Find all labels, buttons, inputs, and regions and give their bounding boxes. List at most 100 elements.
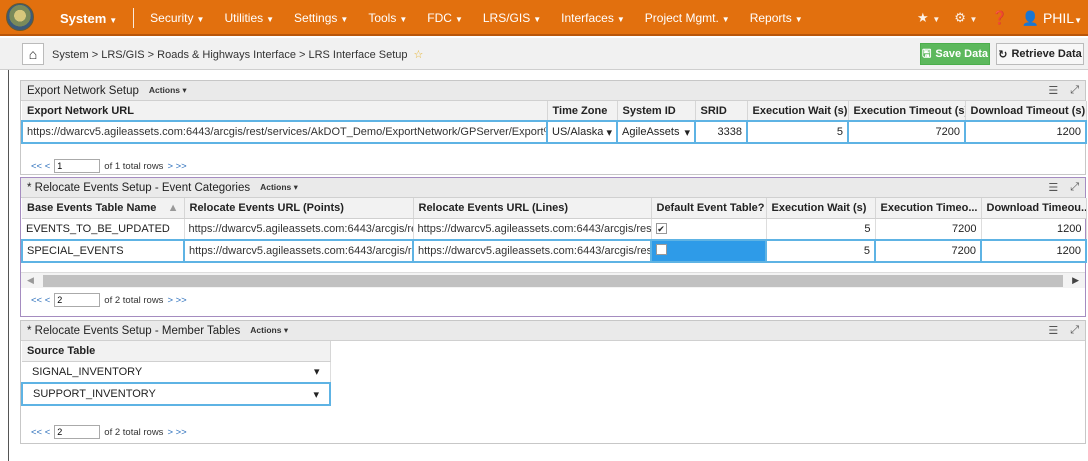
wait-cell[interactable]: 5 (766, 218, 876, 241)
list-view-icon[interactable]: ☰ (1048, 181, 1058, 194)
nav-settings[interactable]: Settings ▼ (284, 11, 358, 25)
gear-icon[interactable]: ⚙ ▼ (954, 10, 977, 26)
column-header[interactable]: Relocate Events URL (Lines) (413, 198, 652, 219)
nav-system[interactable]: System ▼ (50, 11, 127, 26)
column-header[interactable]: Time Zone (547, 101, 618, 122)
column-header[interactable]: Execution Timeout (s) (848, 101, 966, 122)
sort-asc-icon: ▲ (167, 201, 179, 214)
page-input[interactable] (54, 159, 101, 173)
column-header[interactable]: Execution Wait (s) (747, 101, 849, 122)
column-header[interactable]: Default Event Table? (651, 198, 767, 219)
prev-page-link[interactable]: << < (31, 295, 50, 306)
chevron-down-icon: ▼ (794, 15, 803, 24)
expand-icon[interactable]: ⤢ (1070, 324, 1079, 337)
chevron-down-icon: ▼ (399, 15, 408, 24)
nav-interfaces[interactable]: Interfaces ▼ (551, 11, 635, 25)
retrieve-button[interactable]: ↻ Retrieve Data (996, 43, 1084, 65)
expand-icon[interactable]: ⤢ (1070, 84, 1079, 97)
event-categories-grid: Base Events Table Name ▲ Relocate Events… (21, 198, 1087, 263)
nav-fdc[interactable]: FDC ▼ (417, 11, 473, 25)
default-event-checkbox[interactable]: ✔ (655, 222, 667, 234)
nav-label: Interfaces (561, 11, 614, 25)
actions-menu[interactable]: Actions ▾ (250, 325, 288, 336)
next-page-link[interactable]: > >> (167, 161, 186, 172)
prev-page-link[interactable]: << < (31, 161, 50, 172)
default-event-checkbox[interactable] (656, 244, 667, 255)
home-icon[interactable]: ⌂ (22, 43, 44, 65)
next-page-link[interactable]: > >> (167, 427, 186, 438)
table-row[interactable]: EVENTS_TO_BE_UPDATED https://dwarcv5.agi… (22, 218, 1087, 241)
lines-url-cell[interactable]: https://dwarcv5.agileassets.com:6443/arc… (413, 218, 652, 241)
lines-url-cell[interactable]: https://dwarcv5.agileassets.com:6443/arc… (412, 239, 652, 263)
source-table-select[interactable]: SIGNAL_INVENTORY ▾ (22, 361, 331, 384)
timeout-cell[interactable]: 7200 (874, 239, 982, 263)
table-row[interactable]: https://dwarcv5.agileassets.com:6443/arc… (21, 120, 1087, 144)
nav-utilities[interactable]: Utilities ▼ (214, 11, 284, 25)
panel-title: * Relocate Events Setup - Event Categori… (27, 181, 251, 194)
page-input[interactable] (54, 425, 101, 439)
table-row[interactable]: SUPPORT_INVENTORY ▾ (21, 382, 331, 406)
scrollbar-thumb[interactable] (43, 275, 1063, 287)
nav-security[interactable]: Security ▼ (140, 11, 214, 25)
scroll-right-icon[interactable]: ▶ (1072, 275, 1079, 286)
favorites-star-icon[interactable]: ★ ▼ (917, 10, 940, 26)
points-url-cell[interactable]: https://dwarcv5.agileassets.com:6443/arc… (184, 218, 414, 241)
default-event-checkbox-cell[interactable] (650, 239, 767, 263)
scroll-left-icon[interactable]: ◀ (27, 275, 34, 286)
nav-project-mgmt[interactable]: Project Mgmt. ▼ (635, 11, 740, 25)
timezone-select[interactable]: US/Alaska ▾ (546, 120, 618, 144)
timeout-cell[interactable]: 7200 (847, 120, 966, 144)
nav-lrs-gis[interactable]: LRS/GIS ▼ (473, 11, 551, 25)
timeout-cell[interactable]: 7200 (875, 218, 982, 241)
column-header[interactable]: Relocate Events URL (Points) (184, 198, 414, 219)
wait-cell[interactable]: 5 (746, 120, 849, 144)
agency-seal-logo[interactable] (6, 3, 34, 31)
row-count: of 1 total rows (104, 160, 164, 172)
user-name: PHIL (1042, 9, 1075, 26)
download-cell[interactable]: 1200 (964, 120, 1087, 144)
list-view-icon[interactable]: ☰ (1048, 324, 1058, 337)
save-button[interactable]: 🖫 Save Data (920, 43, 990, 65)
column-header[interactable]: Export Network URL (22, 101, 548, 122)
nav-tools[interactable]: Tools ▼ (358, 11, 417, 25)
save-icon: 🖫 (922, 47, 932, 60)
column-header[interactable]: Source Table (22, 341, 331, 362)
srid-cell[interactable]: 3338 (694, 120, 748, 144)
next-page-link[interactable]: > >> (167, 295, 186, 306)
horizontal-scrollbar[interactable]: ◀ ▶ (21, 272, 1085, 288)
column-header[interactable]: Base Events Table Name ▲ (22, 198, 185, 219)
save-button-label: Save Data (935, 48, 988, 60)
default-event-checkbox-cell[interactable]: ✔ (651, 218, 767, 241)
table-row[interactable]: SIGNAL_INVENTORY ▾ (22, 361, 331, 384)
list-view-icon[interactable]: ☰ (1048, 84, 1058, 97)
help-icon[interactable]: ❓ (991, 10, 1007, 26)
download-cell[interactable]: 1200 (981, 218, 1087, 241)
wait-cell[interactable]: 5 (765, 239, 876, 263)
table-name-cell[interactable]: SPECIAL_EVENTS (21, 239, 185, 263)
source-table-select[interactable]: SUPPORT_INVENTORY ▾ (21, 382, 331, 406)
table-row[interactable]: SPECIAL_EVENTS https://dwarcv5.agileasse… (21, 239, 1087, 263)
column-header[interactable]: Execution Timeo... (875, 198, 982, 219)
nav-reports[interactable]: Reports ▼ (740, 11, 813, 25)
column-header[interactable]: SRID (695, 101, 748, 122)
user-menu[interactable]: 👤 PHIL▼ (1022, 10, 1082, 27)
nav-label: FDC (427, 11, 452, 25)
systemid-select[interactable]: AgileAssets ▾ (616, 120, 696, 144)
top-nav-bar: System ▼ Security ▼ Utilities ▼ Settings ▼ T… (0, 0, 1088, 36)
table-name-cell[interactable]: EVENTS_TO_BE_UPDATED (22, 218, 185, 241)
column-header[interactable]: System ID (617, 101, 696, 122)
chevron-down-icon: ▼ (340, 15, 349, 24)
column-header[interactable]: Download Timeou.. (981, 198, 1087, 219)
prev-page-link[interactable]: << < (31, 427, 50, 438)
actions-menu[interactable]: Actions ▾ (149, 85, 187, 96)
download-cell[interactable]: 1200 (980, 239, 1087, 263)
favorite-star-icon[interactable]: ☆ (414, 49, 424, 61)
column-header[interactable]: Execution Wait (s) (766, 198, 876, 219)
column-header[interactable]: Download Timeout (s) (965, 101, 1087, 122)
export-url-cell[interactable]: https://dwarcv5.agileassets.com:6443/arc… (21, 120, 548, 144)
actions-menu[interactable]: Actions ▾ (260, 182, 298, 193)
points-url-cell[interactable]: https://dwarcv5.agileassets.com:6443/arc… (183, 239, 414, 263)
expand-icon[interactable]: ⤢ (1070, 181, 1079, 194)
page-input[interactable] (54, 293, 101, 307)
nav-label: Security (150, 11, 194, 25)
